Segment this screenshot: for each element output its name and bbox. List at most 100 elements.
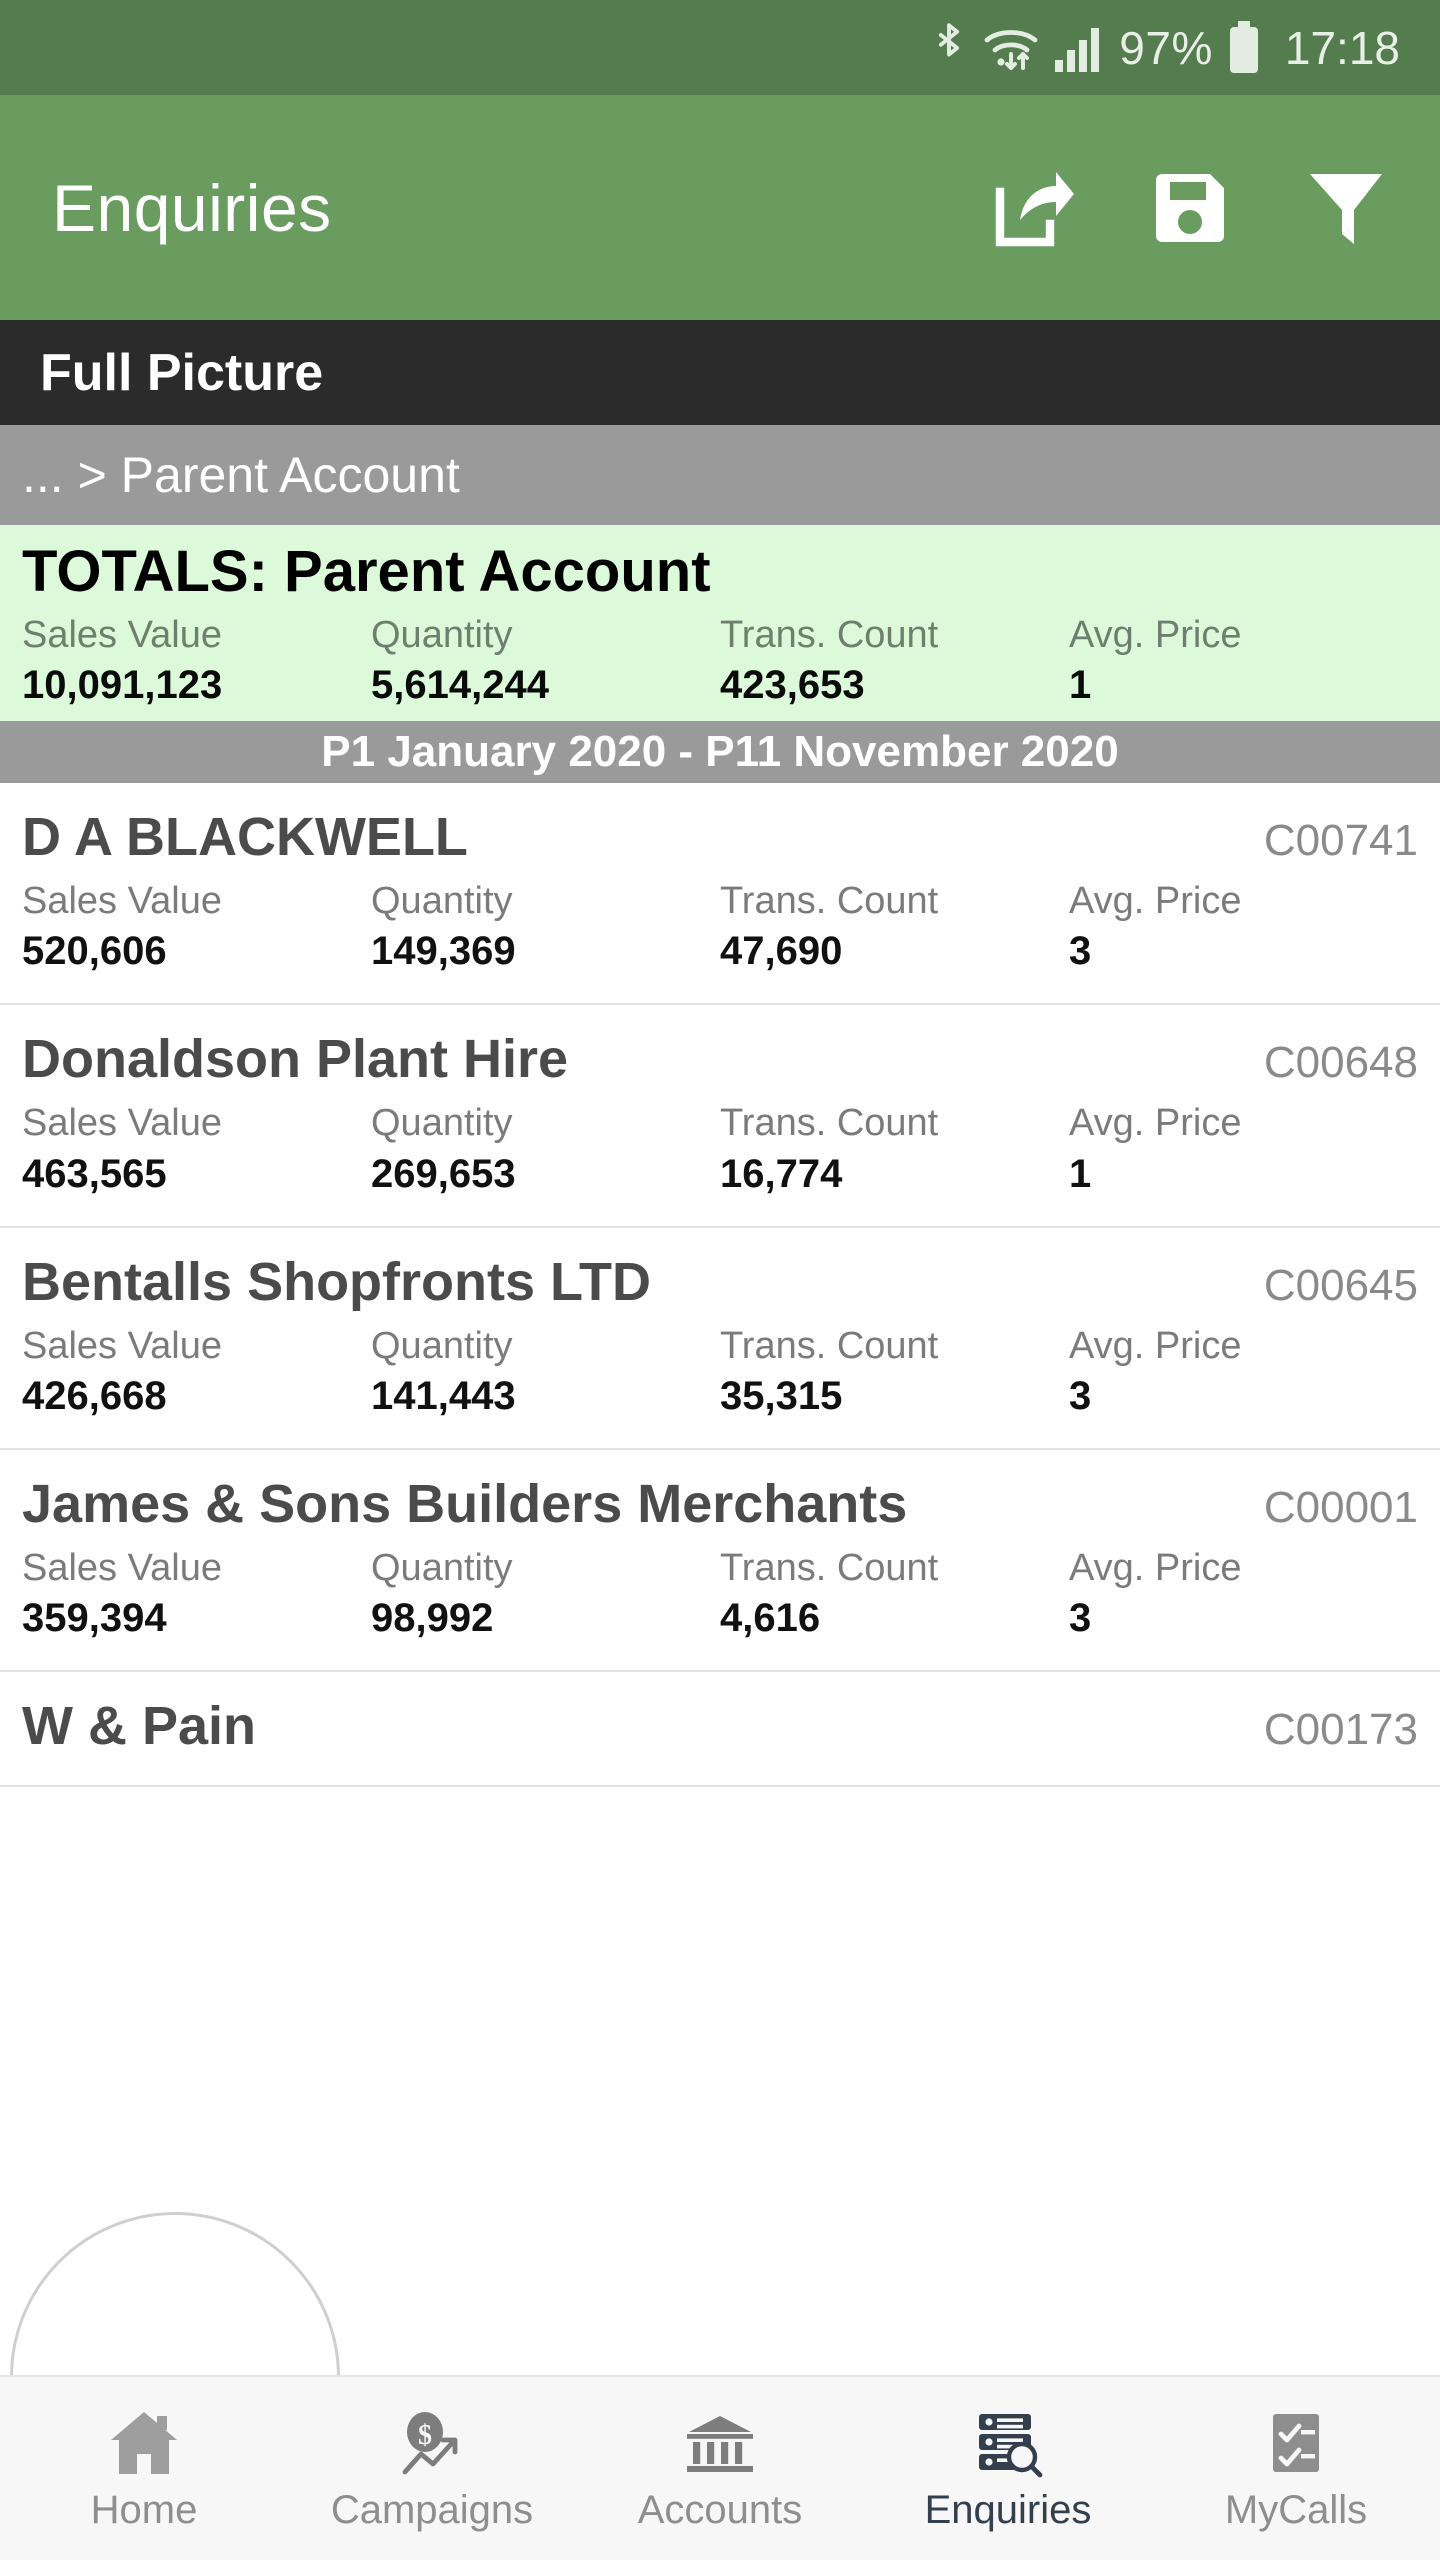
section-title: Full Picture: [40, 343, 324, 402]
metric-label: Trans. Count: [720, 879, 939, 922]
metric-value: 269,653: [371, 1151, 516, 1196]
metric-label: Sales Value: [22, 613, 222, 656]
battery-icon: [1227, 20, 1261, 75]
metric: Sales Value 10,091,123: [22, 612, 371, 712]
metric-label: Sales Value: [22, 879, 222, 922]
metric-value: 423,653: [720, 663, 865, 708]
breadcrumb-text: ... > Parent Account: [22, 447, 460, 503]
breadcrumb[interactable]: ... > Parent Account: [0, 425, 1440, 525]
table-row[interactable]: W & Pain C00173: [0, 1672, 1440, 1788]
enquiries-icon: [971, 2404, 1045, 2478]
metric: Avg. Price 1: [1069, 612, 1418, 712]
row-name: D A BLACKWELL: [22, 807, 468, 868]
account-list[interactable]: D A BLACKWELL C00741 Sales Value 520,606…: [0, 783, 1440, 2375]
metric-value: 5,614,244: [371, 663, 549, 708]
row-name: James & Sons Builders Merchants: [22, 1474, 908, 1535]
metric: Sales Value 426,668: [22, 1323, 371, 1423]
nav-item-accounts[interactable]: Accounts: [576, 2404, 864, 2533]
metric: Quantity 149,369: [371, 878, 720, 978]
nav-item-enquiries[interactable]: Enquiries: [864, 2404, 1152, 2533]
metric: Trans. Count 423,653: [720, 612, 1069, 712]
metric: Trans. Count 35,315: [720, 1323, 1069, 1423]
nav-item-home[interactable]: Home: [0, 2404, 288, 2533]
table-row[interactable]: James & Sons Builders Merchants C00001 S…: [0, 1450, 1440, 1673]
app-screen: 97% 17:18 Enquiries Full Picture ... > P…: [0, 0, 1440, 2560]
metric: Trans. Count 16,774: [720, 1100, 1069, 1200]
row-name: W & Pain: [22, 1696, 257, 1757]
metric-value: 3: [1069, 929, 1092, 974]
metric-label: Quantity: [371, 1324, 513, 1367]
bottom-nav: Home $ Campaigns Accounts Enquiries MyCa…: [0, 2375, 1440, 2560]
home-icon: [107, 2404, 181, 2478]
metric-value: 4,616: [720, 1596, 821, 1641]
row-metrics: Sales Value 426,668 Quantity 141,443 Tra…: [22, 1323, 1418, 1423]
row-name: Donaldson Plant Hire: [22, 1029, 569, 1090]
status-clock: 17:18: [1284, 21, 1400, 74]
metric-label: Trans. Count: [720, 1102, 939, 1145]
metric-value: 16,774: [720, 1151, 843, 1196]
save-icon[interactable]: [1148, 166, 1232, 250]
nav-label: MyCalls: [1224, 2488, 1368, 2532]
row-header: James & Sons Builders Merchants C00001: [22, 1472, 1418, 1537]
nav-label: Campaigns: [330, 2488, 534, 2532]
metric: Quantity 141,443: [371, 1323, 720, 1423]
bluetooth-icon: [929, 22, 969, 74]
nav-item-mycalls[interactable]: MyCalls: [1152, 2404, 1440, 2533]
metric: Trans. Count 47,690: [720, 878, 1069, 978]
metric: Quantity 98,992: [371, 1545, 720, 1645]
row-name: Bentalls Shopfronts LTD: [22, 1251, 651, 1312]
totals-panel: TOTALS: Parent Account Sales Value 10,09…: [0, 525, 1440, 722]
metric-label: Sales Value: [22, 1102, 222, 1145]
metric: Trans. Count 4,616: [720, 1545, 1069, 1645]
metric-value: 35,315: [720, 1374, 843, 1419]
metric: Sales Value 520,606: [22, 878, 371, 978]
metric: Avg. Price 3: [1069, 1545, 1418, 1645]
nav-label: Enquiries: [924, 2488, 1092, 2532]
row-code: C00001: [1263, 1483, 1418, 1533]
table-row[interactable]: Bentalls Shopfronts LTD C00645 Sales Val…: [0, 1228, 1440, 1451]
row-code: C00741: [1263, 816, 1418, 866]
page-title: Enquiries: [52, 170, 332, 245]
metric-value: 149,369: [371, 929, 516, 974]
metric-value: 141,443: [371, 1374, 516, 1419]
totals-metrics: Sales Value 10,091,123 Quantity 5,614,24…: [0, 612, 1440, 712]
metric: Quantity 5,614,244: [371, 612, 720, 712]
mycalls-icon: [1259, 2404, 1333, 2478]
metric-value: 3: [1069, 1374, 1092, 1419]
metric-label: Avg. Price: [1069, 1102, 1242, 1145]
metric-value: 426,668: [22, 1374, 167, 1419]
app-bar: Enquiries: [0, 95, 1440, 320]
nav-item-campaigns[interactable]: $ Campaigns: [288, 2404, 576, 2533]
table-row[interactable]: Donaldson Plant Hire C00648 Sales Value …: [0, 1005, 1440, 1228]
accounts-icon: [683, 2404, 757, 2478]
svg-text:$: $: [418, 2420, 432, 2451]
metric: Quantity 269,653: [371, 1100, 720, 1200]
metric-label: Quantity: [371, 879, 513, 922]
row-code: C00645: [1263, 1260, 1418, 1310]
export-icon[interactable]: [992, 166, 1076, 250]
totals-title: TOTALS: Parent Account: [22, 539, 711, 604]
app-bar-actions: [992, 166, 1388, 250]
row-header: D A BLACKWELL C00741: [22, 805, 1418, 870]
metric-label: Avg. Price: [1069, 1546, 1242, 1589]
metric-label: Trans. Count: [720, 1324, 939, 1367]
metric-label: Avg. Price: [1069, 879, 1242, 922]
metric-label: Trans. Count: [720, 613, 939, 656]
metric: Avg. Price 3: [1069, 878, 1418, 978]
metric-value: 1: [1069, 1151, 1092, 1196]
metric-value: 359,394: [22, 1596, 167, 1641]
metric-value: 1: [1069, 663, 1092, 708]
nav-label: Accounts: [637, 2488, 803, 2532]
metric-value: 10,091,123: [22, 663, 223, 708]
nav-label: Home: [90, 2488, 198, 2532]
period-bar: P1 January 2020 - P11 November 2020: [0, 721, 1440, 784]
metric: Sales Value 463,565: [22, 1100, 371, 1200]
row-header: W & Pain C00173: [22, 1694, 1418, 1759]
wifi-icon: [983, 22, 1039, 74]
signal-icon: [1053, 22, 1105, 74]
row-header: Donaldson Plant Hire C00648: [22, 1027, 1418, 1092]
metric-value: 463,565: [22, 1151, 167, 1196]
row-code: C00648: [1263, 1038, 1418, 1088]
table-row[interactable]: D A BLACKWELL C00741 Sales Value 520,606…: [0, 783, 1440, 1006]
filter-icon[interactable]: [1304, 166, 1388, 250]
